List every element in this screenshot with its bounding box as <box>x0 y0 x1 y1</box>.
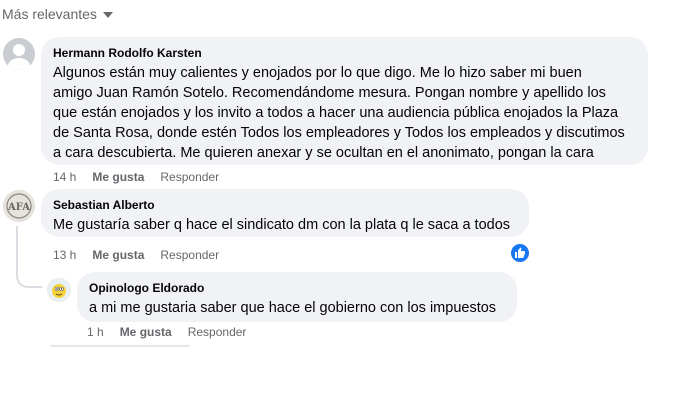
comment-text: a mi me gustaria saber que hace el gobie… <box>89 300 497 316</box>
reply-button[interactable]: Responder <box>160 248 219 262</box>
comment-author[interactable]: Opinologo Eldorado <box>89 280 505 296</box>
cartoon-avatar-icon <box>47 278 71 302</box>
comment-author[interactable]: Sebastian Alberto <box>53 197 517 213</box>
comment-text: Me gustaría saber q hace el sindicato dm… <box>53 217 511 233</box>
sort-dropdown[interactable]: Más relevantes <box>2 6 113 22</box>
comment-text: Algunos están muy calientes y enojados p… <box>53 63 636 163</box>
svg-text:AFA: AFA <box>7 202 30 213</box>
like-reaction-badge[interactable] <box>509 242 531 264</box>
avatar[interactable] <box>47 278 71 302</box>
comment-line: que están enojados y los invito a todos … <box>53 105 619 121</box>
like-button[interactable]: Me gusta <box>92 248 144 262</box>
comment-line: amigo Juan Ramón Sotelo. Recomendándome … <box>53 85 606 101</box>
avatar[interactable]: AFA <box>3 190 35 222</box>
comment-bubble: Sebastian Alberto Me gustaría saber q ha… <box>41 189 529 237</box>
comment-author[interactable]: Hermann Rodolfo Karsten <box>53 45 636 61</box>
comment-line: de Santa Rosa, donde estén Todos los emp… <box>53 125 625 141</box>
default-avatar-icon <box>8 44 30 70</box>
comment-actions: 14 h Me gusta Responder <box>53 170 219 184</box>
like-button[interactable]: Me gusta <box>120 325 172 339</box>
thread-connector <box>16 262 42 288</box>
reply-button[interactable]: Responder <box>160 170 219 184</box>
truncated-content-edge <box>50 345 190 347</box>
comment-bubble: Opinologo Eldorado a mi me gustaria sabe… <box>77 272 517 322</box>
avatar[interactable] <box>3 38 35 70</box>
comment-line: Algunos están muy calientes y enojados p… <box>53 65 582 81</box>
comment-time[interactable]: 1 h <box>87 325 104 339</box>
comment-actions: 13 h Me gusta Responder <box>53 248 219 262</box>
comment-bubble: Hermann Rodolfo Karsten Algunos están mu… <box>41 37 648 165</box>
thumbs-up-icon <box>515 247 525 258</box>
comment-time[interactable]: 13 h <box>53 248 76 262</box>
comment-line: a cara descubierta. Me quieren anexar y … <box>53 145 594 161</box>
comment-actions: 1 h Me gusta Responder <box>87 325 246 339</box>
comment-time[interactable]: 14 h <box>53 170 76 184</box>
reply-button[interactable]: Responder <box>188 325 247 339</box>
like-button[interactable]: Me gusta <box>92 170 144 184</box>
sort-label: Más relevantes <box>2 6 97 22</box>
afa-logo-avatar-icon: AFA <box>3 190 35 222</box>
caret-down-icon <box>102 12 113 18</box>
